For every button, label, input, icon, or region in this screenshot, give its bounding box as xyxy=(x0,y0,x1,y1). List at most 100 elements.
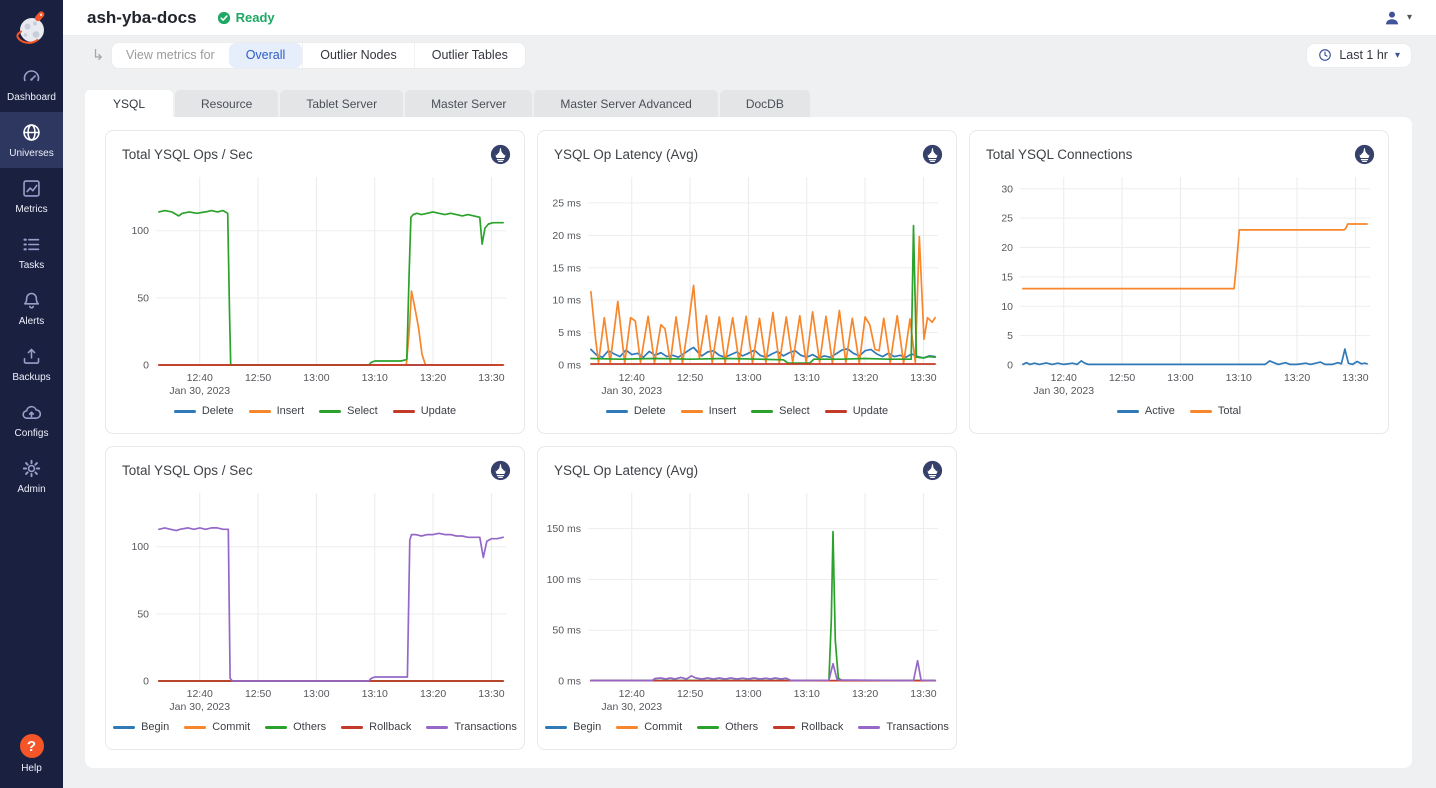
tab-overall[interactable]: Overall xyxy=(229,43,303,68)
metrics-chart-icon xyxy=(21,178,42,199)
legend-label: Others xyxy=(725,721,758,733)
svg-text:12:50: 12:50 xyxy=(245,372,271,384)
legend-item-total[interactable]: Total xyxy=(1190,405,1241,417)
legend-item-begin[interactable]: Begin xyxy=(113,721,169,733)
sidebar-item-help[interactable]: ? Help xyxy=(0,724,63,788)
prometheus-icon[interactable] xyxy=(922,460,943,481)
line-chart[interactable]: 12:40Jan 30, 202312:5013:0013:1013:2013:… xyxy=(108,167,518,403)
svg-text:13:10: 13:10 xyxy=(794,372,820,384)
sidebar-item-tasks[interactable]: Tasks xyxy=(0,224,63,280)
tab-docdb[interactable]: DocDB xyxy=(720,90,810,117)
sidebar-item-universes[interactable]: Universes xyxy=(0,112,63,168)
line-chart[interactable]: 12:40Jan 30, 202312:5013:0013:1013:2013:… xyxy=(972,167,1382,403)
sidebar-item-label: Help xyxy=(21,763,42,774)
legend-item-insert[interactable]: Insert xyxy=(681,405,737,417)
legend-item-rollback[interactable]: Rollback xyxy=(341,721,411,733)
charts-grid: Total YSQL Ops / Sec 12:40Jan 30, 202312… xyxy=(105,130,1392,750)
legend-swatch xyxy=(319,410,341,413)
svg-text:13:00: 13:00 xyxy=(1167,372,1193,384)
status-badge: Ready xyxy=(217,10,275,25)
svg-text:0 ms: 0 ms xyxy=(558,676,581,688)
legend-item-delete[interactable]: Delete xyxy=(606,405,666,417)
sidebar-item-metrics[interactable]: Metrics xyxy=(0,168,63,224)
status-text: Ready xyxy=(236,10,275,25)
time-range-label: Last 1 hr xyxy=(1339,48,1388,62)
svg-text:50: 50 xyxy=(137,292,149,304)
sidebar-item-backups[interactable]: Backups xyxy=(0,336,63,392)
svg-text:20 ms: 20 ms xyxy=(552,230,581,242)
sidebar-item-dashboard[interactable]: Dashboard xyxy=(0,56,63,112)
sidebar-item-configs[interactable]: Configs xyxy=(0,392,63,448)
view-metrics-group: View metrics for Overall Outlier Nodes O… xyxy=(111,42,526,69)
legend-label: Others xyxy=(293,721,326,733)
tab-resource[interactable]: Resource xyxy=(175,90,278,117)
legend-item-rollback[interactable]: Rollback xyxy=(773,721,843,733)
legend-item-commit[interactable]: Commit xyxy=(616,721,682,733)
time-range-button[interactable]: Last 1 hr ▾ xyxy=(1306,43,1412,68)
legend-item-commit[interactable]: Commit xyxy=(184,721,250,733)
svg-text:12:50: 12:50 xyxy=(677,688,703,700)
legend-item-transactions[interactable]: Transactions xyxy=(426,721,517,733)
sidebar-spacer xyxy=(0,504,63,724)
legend-swatch xyxy=(697,726,719,729)
svg-text:12:40: 12:40 xyxy=(187,372,213,384)
legend-item-update[interactable]: Update xyxy=(393,405,456,417)
svg-text:0: 0 xyxy=(1007,360,1013,372)
chart-card-header: YSQL Op Latency (Avg) xyxy=(538,131,956,165)
svg-text:13:30: 13:30 xyxy=(478,372,504,384)
chart-card-header: YSQL Op Latency (Avg) xyxy=(538,447,956,481)
legend-item-begin[interactable]: Begin xyxy=(545,721,601,733)
chart-legend: Begin Commit Others Rollback Transactions xyxy=(106,719,524,747)
tab-tablet-server[interactable]: Tablet Server xyxy=(280,90,403,117)
svg-text:100: 100 xyxy=(131,225,149,237)
svg-text:15: 15 xyxy=(1001,271,1013,283)
tab-master-server[interactable]: Master Server xyxy=(405,90,532,117)
sidebar-item-admin[interactable]: Admin xyxy=(0,448,63,504)
user-menu[interactable]: ▾ xyxy=(1383,9,1412,27)
legend-item-active[interactable]: Active xyxy=(1117,405,1175,417)
chart-card-total-ysql-ops: Total YSQL Ops / Sec 12:40Jan 30, 202312… xyxy=(105,130,525,434)
prometheus-icon[interactable] xyxy=(490,460,511,481)
sidebar-item-alerts[interactable]: Alerts xyxy=(0,280,63,336)
prometheus-icon[interactable] xyxy=(490,144,511,165)
legend-label: Update xyxy=(421,405,456,417)
line-chart[interactable]: 12:40Jan 30, 202312:5013:0013:1013:2013:… xyxy=(108,483,518,719)
chart-legend: Active Total xyxy=(970,403,1388,431)
legend-swatch xyxy=(393,410,415,413)
prometheus-icon[interactable] xyxy=(1354,144,1375,165)
svg-text:20: 20 xyxy=(1001,242,1013,254)
legend-item-select[interactable]: Select xyxy=(319,405,378,417)
tab-outlier-nodes[interactable]: Outlier Nodes xyxy=(302,43,413,68)
legend-item-transactions[interactable]: Transactions xyxy=(858,721,949,733)
tab-ysql[interactable]: YSQL xyxy=(85,90,173,117)
svg-text:13:00: 13:00 xyxy=(735,372,761,384)
legend-swatch xyxy=(858,726,880,729)
legend-item-others[interactable]: Others xyxy=(697,721,758,733)
legend-swatch xyxy=(545,726,567,729)
legend-swatch xyxy=(616,726,638,729)
legend-item-delete[interactable]: Delete xyxy=(174,405,234,417)
svg-text:10 ms: 10 ms xyxy=(552,295,581,307)
legend-item-update[interactable]: Update xyxy=(825,405,888,417)
line-chart[interactable]: 12:40Jan 30, 202312:5013:0013:1013:2013:… xyxy=(540,167,950,403)
legend-swatch xyxy=(174,410,196,413)
line-chart[interactable]: 12:40Jan 30, 202312:5013:0013:1013:2013:… xyxy=(540,483,950,719)
sidebar-item-label: Alerts xyxy=(19,316,45,327)
tab-outlier-tables[interactable]: Outlier Tables xyxy=(414,43,525,68)
yugabyte-logo[interactable] xyxy=(0,0,63,56)
chart-title: YSQL Op Latency (Avg) xyxy=(554,147,698,162)
sidebar-item-label: Backups xyxy=(12,372,50,383)
prometheus-icon[interactable] xyxy=(922,144,943,165)
legend-item-others[interactable]: Others xyxy=(265,721,326,733)
legend-label: Insert xyxy=(277,405,305,417)
legend-item-insert[interactable]: Insert xyxy=(249,405,305,417)
chart-title: Total YSQL Ops / Sec xyxy=(122,463,253,478)
legend-swatch xyxy=(825,410,847,413)
legend-label: Transactions xyxy=(454,721,517,733)
chart-card-total-ysql-connections: Total YSQL Connections 12:40Jan 30, 2023… xyxy=(969,130,1389,434)
tab-master-server-advanced[interactable]: Master Server Advanced xyxy=(534,90,717,117)
legend-item-select[interactable]: Select xyxy=(751,405,810,417)
svg-text:0 ms: 0 ms xyxy=(558,360,581,372)
metric-category-tabs: YSQL Resource Tablet Server Master Serve… xyxy=(85,90,1412,117)
legend-swatch xyxy=(184,726,206,729)
